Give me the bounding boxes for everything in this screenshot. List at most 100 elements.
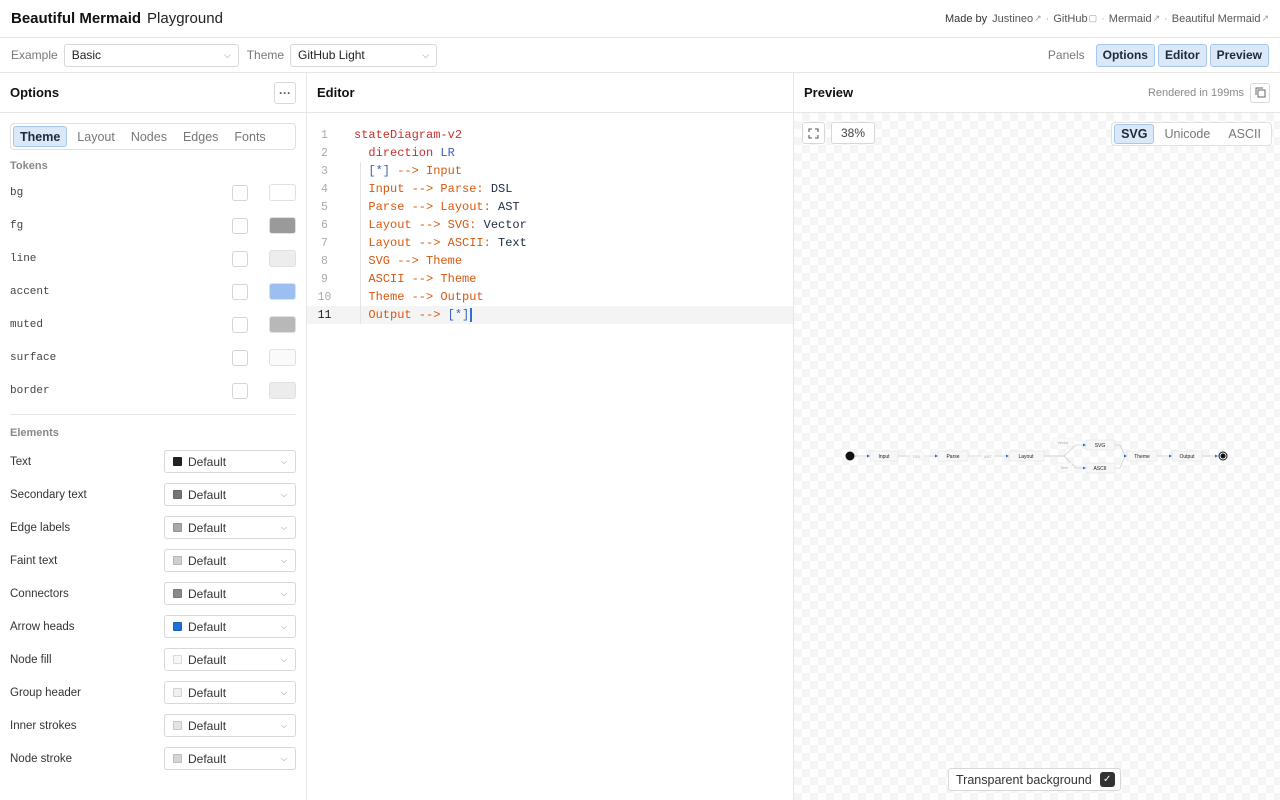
checkbox-checked-icon[interactable]: ✓ (1099, 772, 1115, 787)
editor-panel-button[interactable]: Editor (1157, 43, 1207, 67)
code-line: 2 direction LR (307, 144, 793, 162)
example-select[interactable]: Basic ⌵ (63, 43, 239, 67)
token-color-swatch[interactable] (269, 349, 296, 366)
code-line: 8 SVG --> Theme (307, 252, 793, 270)
tab-nodes[interactable]: Nodes (125, 126, 173, 147)
chevron-down-icon: ⌵ (280, 688, 287, 697)
example-label: Example (11, 48, 58, 62)
element-row: Arrow heads Default ⌵ (0, 610, 306, 643)
token-color-swatch[interactable] (269, 250, 296, 267)
copy-icon[interactable] (1250, 82, 1270, 103)
chevron-down-icon: ⌵ (280, 589, 287, 598)
edge-label: Vector (1052, 437, 1074, 447)
code-text: Output --> [*] (354, 307, 473, 323)
element-color-select[interactable]: Default ⌵ (164, 483, 296, 506)
justineo-link[interactable]: Justineo ↗ (992, 13, 1042, 25)
element-color-select[interactable]: Default ⌵ (164, 648, 296, 671)
element-row: Secondary text Default ⌵ (0, 478, 306, 511)
token-color-swatch[interactable] (269, 217, 296, 234)
external-link-icon: ↗ (1261, 13, 1269, 23)
transparent-background-label: Transparent background (956, 772, 1092, 787)
chevron-down-icon: ⌵ (280, 754, 287, 763)
code-line: 4 Input --> Parse: DSL (307, 180, 793, 198)
token-row: border (0, 374, 306, 407)
element-color-select[interactable]: Default ⌵ (164, 516, 296, 539)
element-color-select[interactable]: Default ⌵ (164, 450, 296, 473)
element-name: Node fill (10, 653, 52, 666)
svg-text:SVG: SVG (1095, 443, 1106, 449)
tab-edges[interactable]: Edges (177, 126, 224, 147)
token-name: fg (10, 219, 24, 232)
preview-canvas[interactable]: 38% SVG Unicode ASCII Input Parse Layout… (794, 113, 1280, 800)
token-name: bg (10, 186, 24, 199)
code-text: direction LR (354, 146, 454, 160)
options-panel: Options ··· Theme Layout Nodes Edges Fon… (0, 73, 307, 800)
preview-header: Preview Rendered in 199ms (794, 73, 1280, 113)
element-color-select[interactable]: Default ⌵ (164, 549, 296, 572)
tab-theme[interactable]: Theme (13, 126, 68, 147)
token-color-swatch[interactable] (269, 184, 296, 201)
element-row: Text Default ⌵ (0, 445, 306, 478)
code-text: Theme --> Output (354, 290, 483, 304)
line-number: 10 (317, 290, 332, 304)
element-name: Arrow heads (10, 620, 75, 633)
preview-panel-button[interactable]: Preview (1209, 43, 1269, 67)
element-name: Connectors (10, 587, 69, 600)
diagram-node: Layout (1008, 450, 1045, 462)
credits: Made by Justineo ↗ · GitHub ▢ · Mermaid ↗ ·… (944, 12, 1269, 25)
token-checkbox[interactable] (232, 250, 248, 267)
theme-select[interactable]: GitHub Light ⌵ (290, 43, 438, 67)
color-swatch (173, 754, 182, 763)
element-color-select[interactable]: Default ⌵ (164, 747, 296, 770)
element-color-select[interactable]: Default ⌵ (164, 582, 296, 605)
element-row: Group header Default ⌵ (0, 676, 306, 709)
token-color-swatch[interactable] (269, 283, 296, 300)
code-line: 5 Parse --> Layout: AST (307, 198, 793, 216)
token-checkbox[interactable] (232, 349, 248, 366)
elements-heading: Elements (10, 427, 59, 439)
element-value: Default (188, 718, 227, 733)
element-value: Default (188, 586, 227, 601)
element-value: Default (188, 652, 227, 667)
diagram-node: Input (869, 450, 899, 462)
divider (10, 414, 296, 415)
transparent-background-toggle[interactable]: Transparent background ✓ (948, 768, 1121, 791)
color-swatch (173, 490, 182, 499)
options-panel-button[interactable]: Options (1095, 43, 1155, 67)
code-token: [*] (447, 308, 470, 323)
panels-label: Panels (1047, 48, 1085, 62)
ellipsis-icon[interactable]: ··· (274, 81, 296, 104)
tab-layout[interactable]: Layout (71, 126, 121, 147)
token-color-swatch[interactable] (269, 382, 296, 399)
render-time: Rendered in 199ms (1147, 86, 1244, 99)
svg-text:Layout: Layout (1018, 454, 1034, 460)
token-checkbox[interactable] (232, 184, 248, 201)
code-lines: 1 stateDiagram-v2 2 direction LR 3 [*] --> … (307, 126, 793, 324)
tab-fonts[interactable]: Fonts (228, 126, 271, 147)
code-token: Output --> (354, 308, 448, 323)
token-row: fg (0, 209, 306, 242)
token-color-swatch[interactable] (269, 316, 296, 333)
code-editor[interactable]: 1 stateDiagram-v2 2 direction LR 3 [*] --> … (307, 113, 793, 800)
token-row: bg (0, 176, 306, 209)
github-link[interactable]: GitHub ▢ (1053, 13, 1097, 25)
indent-guide (360, 162, 361, 324)
element-color-select[interactable]: Default ⌵ (164, 681, 296, 704)
color-swatch (173, 523, 182, 532)
token-checkbox[interactable] (232, 217, 248, 234)
beautiful-mermaid-link[interactable]: Beautiful Mermaid ↗ (1172, 13, 1269, 25)
editor-header: Editor (307, 73, 793, 113)
element-row: Connectors Default ⌵ (0, 577, 306, 610)
element-color-select[interactable]: Default ⌵ (164, 615, 296, 638)
external-link-icon: ↗ (1034, 13, 1042, 23)
tokens-heading: Tokens (10, 160, 48, 172)
elements-list: Text Default ⌵ Secondary text Default ⌵ Edge l… (0, 445, 306, 775)
element-color-select[interactable]: Default ⌵ (164, 714, 296, 737)
token-row: line (0, 242, 306, 275)
token-checkbox[interactable] (232, 283, 248, 300)
svg-text:Output: Output (1179, 454, 1195, 460)
token-checkbox[interactable] (232, 316, 248, 333)
token-checkbox[interactable] (232, 382, 248, 399)
mermaid-link[interactable]: Mermaid ↗ (1109, 13, 1160, 25)
start-state (845, 451, 855, 461)
